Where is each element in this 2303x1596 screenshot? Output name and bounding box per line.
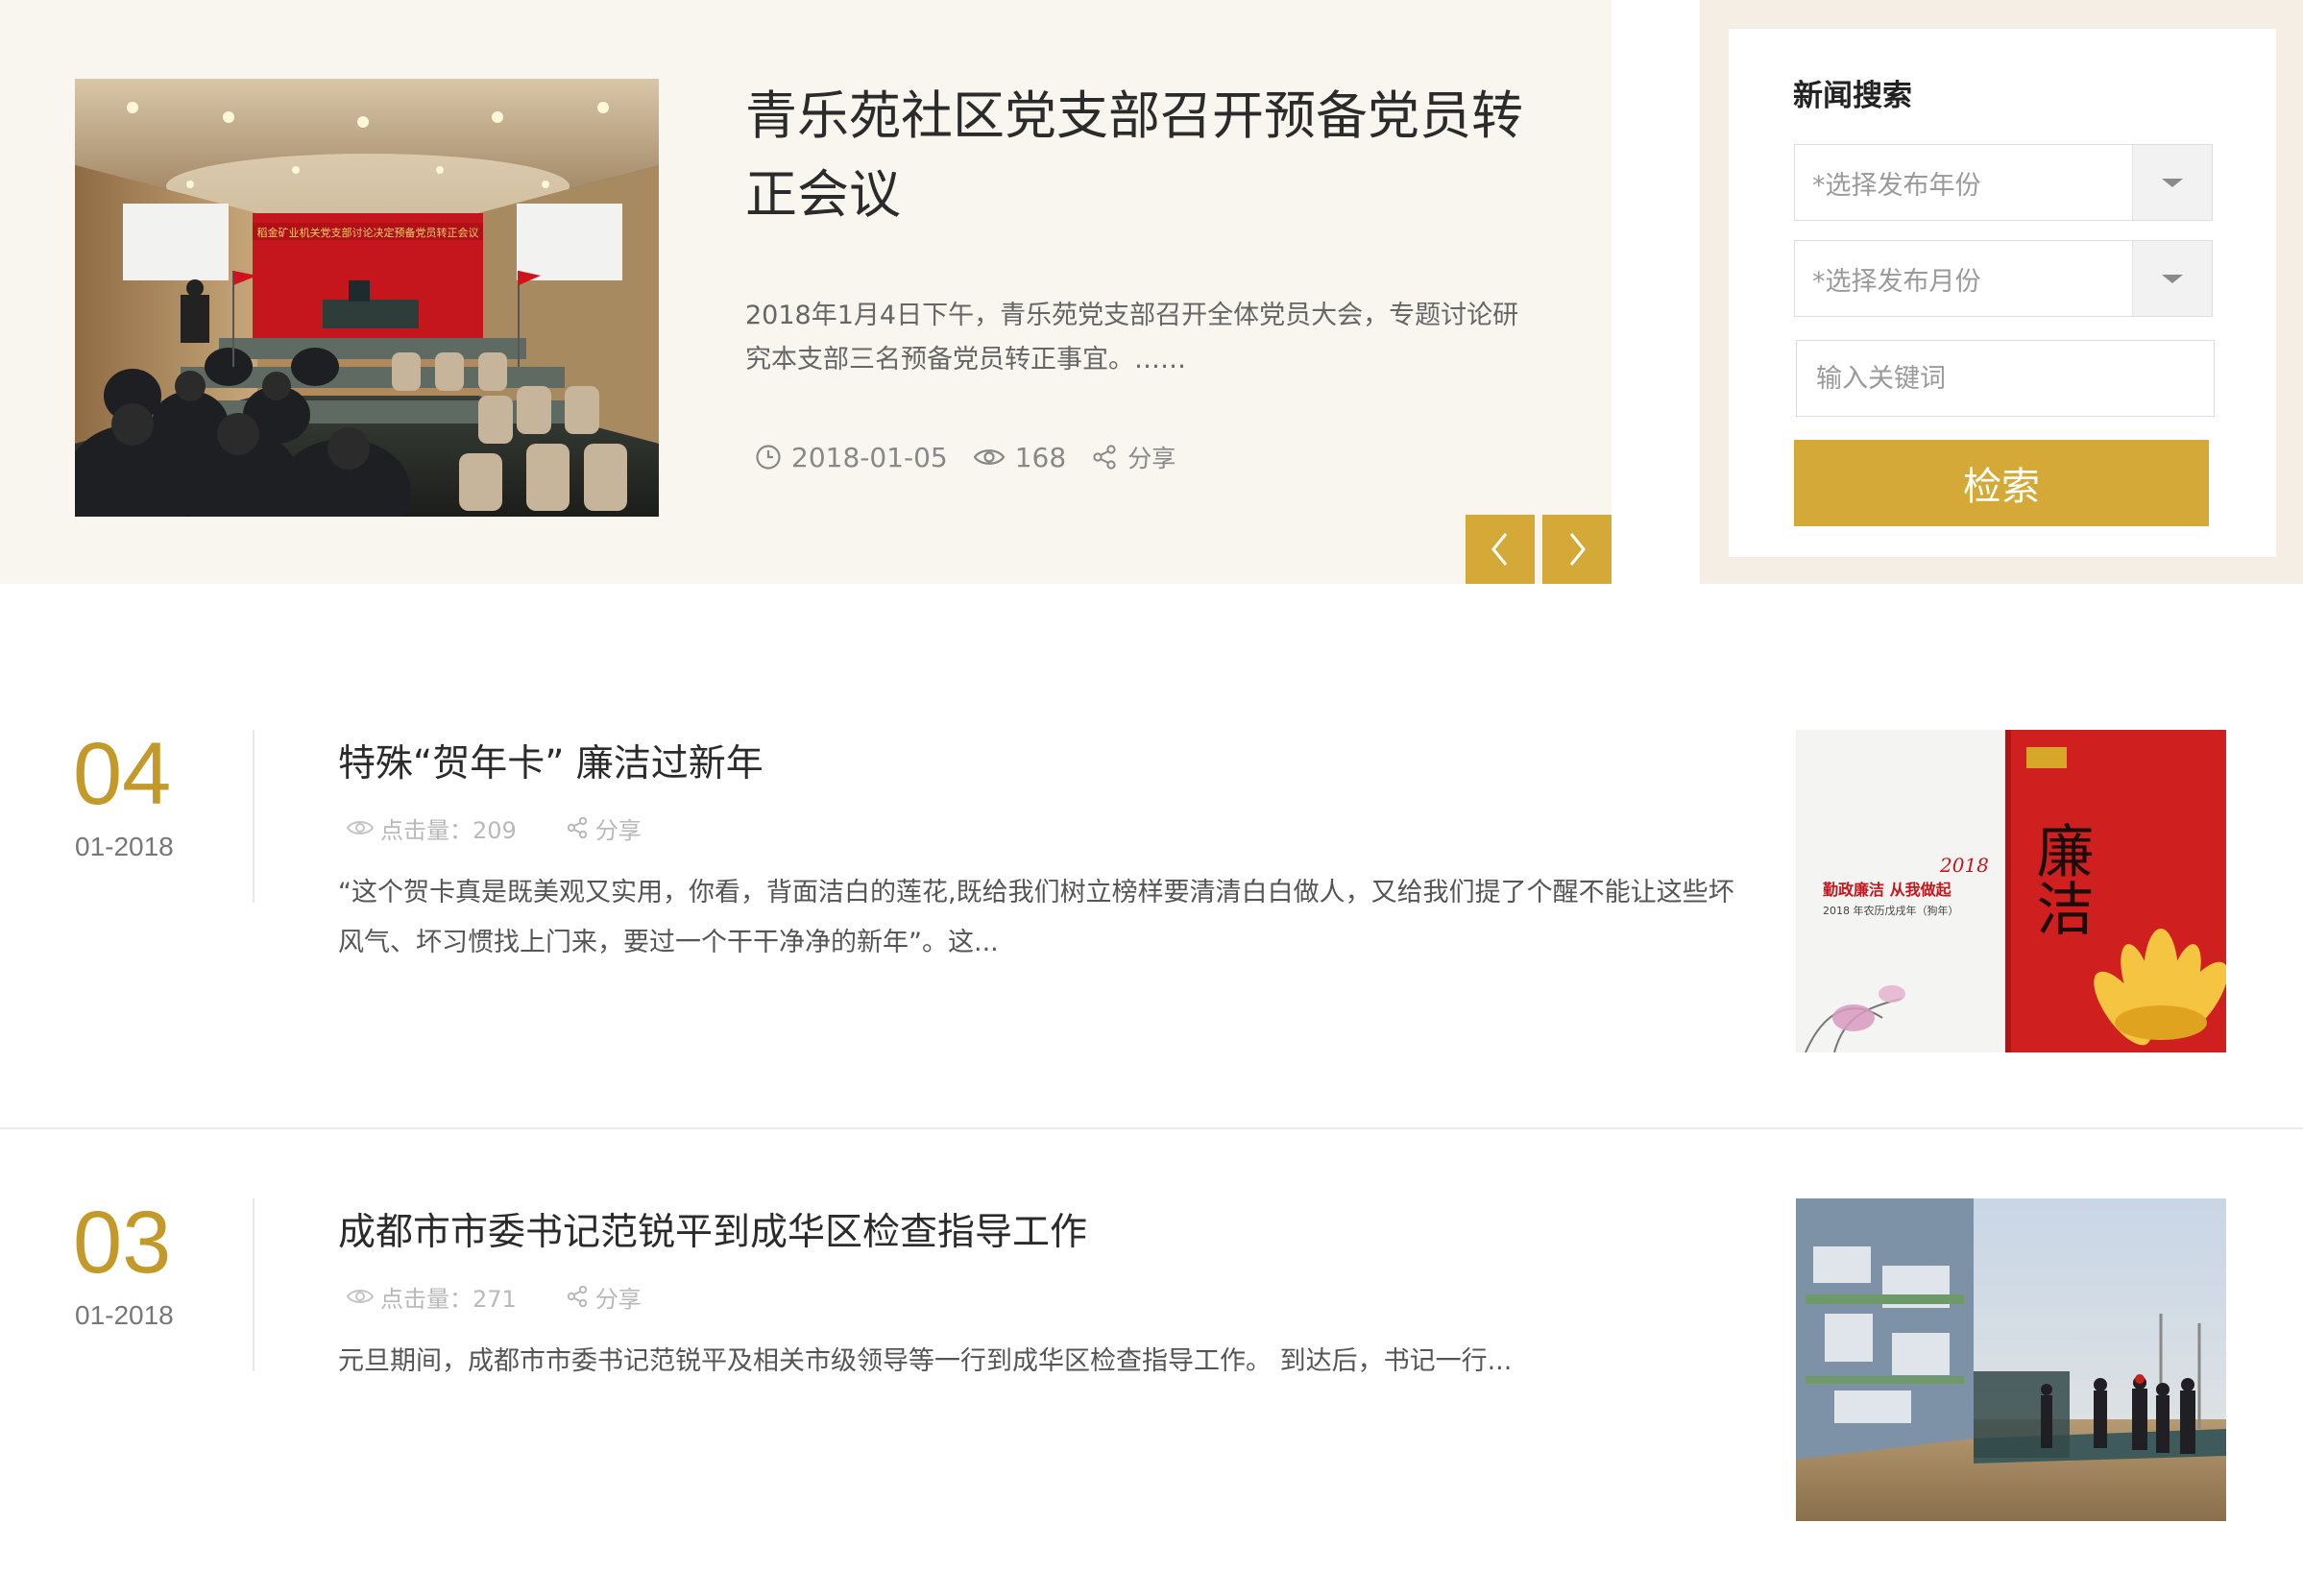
separator [0, 1127, 2303, 1129]
svg-text:2018 年农历戊戌年（狗年）: 2018 年农历戊戌年（狗年） [1823, 904, 1959, 917]
news-clicks: 点击量：271 [346, 1280, 517, 1314]
news-meta: 点击量：209 分享 [346, 810, 690, 845]
featured-date: 2018-01-05 [755, 442, 948, 473]
greeting-card-photo: 2018 勤政廉洁 从我做起 2018 年农历戊戌年（狗年） 廉洁 [1796, 730, 2226, 1052]
chevron-left-icon [1491, 533, 1508, 566]
share-icon [567, 816, 588, 839]
search-button[interactable]: 检索 [1794, 440, 2209, 526]
svg-text:勤政廉洁 从我做起: 勤政廉洁 从我做起 [1823, 881, 1952, 899]
featured-image[interactable]: 稻金矿业机关党支部讨论决定预备党员转正会议 [75, 79, 659, 517]
news-share-label[interactable]: 分享 [595, 1280, 642, 1314]
slider-next-button[interactable] [1542, 515, 1612, 584]
news-day: 04 [73, 725, 172, 823]
keyword-input[interactable] [1796, 340, 2215, 417]
featured-views: 168 [973, 442, 1066, 473]
news-share[interactable]: 分享 [565, 811, 642, 845]
month-select-toggle[interactable] [2132, 241, 2212, 316]
news-summary: “这个贺卡真是既美观又实用，你看，背面洁白的莲花,既给我们树立榜样要清清白白做人… [338, 878, 1734, 957]
featured-meta: 2018-01-05 168 分享 [755, 436, 1200, 478]
featured-title[interactable]: 青乐苑社区党支部召开预备党员转正会议 [745, 77, 1533, 234]
svg-text:2018: 2018 [1939, 854, 1989, 877]
share-icon [1093, 445, 1116, 470]
caret-down-icon [2162, 274, 2183, 283]
caret-down-icon [2162, 178, 2183, 187]
month-select[interactable]: *选择发布月份 [1794, 240, 2213, 317]
year-select[interactable]: *选择发布年份 [1794, 144, 2213, 221]
year-select-value: *选择发布年份 [1812, 170, 1981, 201]
news-month-year: 01-2018 [75, 1300, 174, 1330]
inspection-photo [1796, 1198, 2226, 1521]
news-share-label[interactable]: 分享 [595, 811, 642, 845]
news-clicks-label: 点击量：209 [380, 816, 517, 844]
eye-icon [346, 1290, 375, 1303]
news-thumbnail[interactable]: 2018 勤政廉洁 从我做起 2018 年农历戊戌年（狗年） 廉洁 [1796, 730, 2226, 1052]
divider [253, 730, 255, 903]
slider-prev-button[interactable] [1466, 515, 1535, 584]
svg-text:廉洁: 廉洁 [2026, 821, 2094, 936]
eye-icon [973, 449, 1006, 465]
news-clicks-label: 点击量：271 [380, 1285, 517, 1313]
news-thumbnail[interactable] [1796, 1198, 2226, 1521]
featured-summary: 2018年1月4日下午，青乐苑党支部召开全体党员大会，专题讨论研究本支部三名预备… [745, 301, 1519, 375]
news-clicks: 点击量：209 [346, 811, 517, 845]
news-title[interactable]: 特殊“贺年卡” 廉洁过新年 [338, 734, 764, 787]
search-title: 新闻搜索 [1793, 79, 1912, 113]
svg-text:稻金矿业机关党支部讨论决定预备党员转正会议: 稻金矿业机关党支部讨论决定预备党员转正会议 [257, 226, 479, 239]
news-day: 03 [73, 1194, 172, 1292]
featured-date-text: 2018-01-05 [791, 441, 948, 473]
meeting-photo: 稻金矿业机关党支部讨论决定预备党员转正会议 [75, 79, 659, 517]
chevron-right-icon [1569, 533, 1586, 566]
featured-share-label[interactable]: 分享 [1127, 440, 1176, 474]
clock-icon [756, 445, 781, 470]
news-month-year: 01-2018 [75, 832, 174, 861]
eye-icon [346, 821, 375, 834]
news-share[interactable]: 分享 [565, 1280, 642, 1314]
news-title[interactable]: 成都市市委书记范锐平到成华区检查指导工作 [338, 1202, 1087, 1256]
news-meta: 点击量：271 分享 [346, 1279, 690, 1314]
divider [253, 1198, 255, 1371]
news-summary: 元旦期间，成都市市委书记范锐平及相关市级领导等一行到成华区检查指导工作。 到达后… [338, 1346, 1513, 1376]
month-select-value: *选择发布月份 [1812, 266, 1981, 297]
year-select-toggle[interactable] [2132, 145, 2212, 220]
share-icon [567, 1285, 588, 1308]
featured-share[interactable]: 分享 [1091, 440, 1176, 474]
featured-views-count: 168 [1014, 441, 1067, 473]
